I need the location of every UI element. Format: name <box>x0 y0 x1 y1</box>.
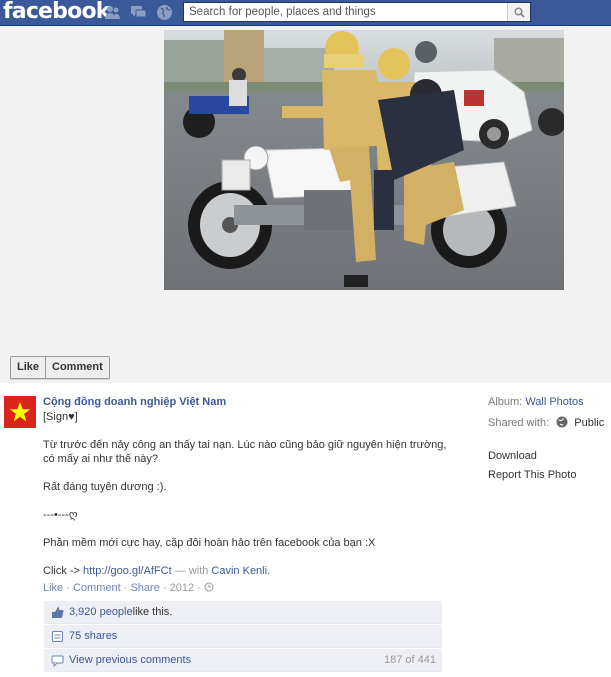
dot-sep: · <box>197 582 204 594</box>
shares-link[interactable]: 75 shares <box>69 630 117 642</box>
thumbs-up-icon <box>52 606 64 618</box>
privacy-public[interactable]: Public <box>574 417 604 429</box>
comment-bubble-icon <box>51 655 64 667</box>
clock-icon <box>204 582 214 592</box>
top-bar: facebook <box>0 0 611 26</box>
shared-with-row: Shared with: Public <box>488 416 604 429</box>
download-link[interactable]: Download <box>488 450 537 462</box>
globe-icon <box>556 416 568 428</box>
photo-police-motorcycle <box>164 30 564 290</box>
like-button[interactable]: Like <box>11 357 45 378</box>
dot-sep: · <box>162 582 170 594</box>
meta-comment-link[interactable]: Comment <box>73 582 121 594</box>
view-previous-comments-link[interactable]: View previous comments <box>69 654 191 666</box>
photo-stage: Like Comment <box>0 26 611 383</box>
comments-row: View previous comments 187 of 441 <box>44 649 442 672</box>
post-line-4: ---•---ღ <box>43 509 78 521</box>
with-text: — with <box>171 565 212 577</box>
photo-actions: Like Comment <box>10 356 110 379</box>
post-click-line: Click -> http://goo.gl/AfFCt — with Cavi… <box>43 564 458 578</box>
notification-jewels <box>104 4 173 21</box>
click-prefix: Click -> <box>43 565 84 577</box>
post-meta: Like · Comment · Share · 2012 · <box>43 582 214 594</box>
search-icon <box>513 6 525 18</box>
post-photo[interactable] <box>164 30 564 290</box>
comment-button[interactable]: Comment <box>46 357 109 378</box>
post-line-1: Từ trước đến nảy công an thấy tai nạn. L… <box>43 439 447 451</box>
feedback-box: 3,920 people like this. 75 shares View p… <box>44 601 442 673</box>
album-label: Album: <box>488 396 523 408</box>
search-input[interactable] <box>184 3 518 21</box>
comment-count: 187 of 441 <box>384 654 436 666</box>
shared-with-label: Shared with: <box>488 417 550 429</box>
likes-suffix: like this. <box>132 606 173 618</box>
facebook-logo[interactable]: facebook <box>3 0 110 24</box>
post-line-2: có mấy ai như thế này? <box>43 453 158 465</box>
post-year[interactable]: 2012 <box>170 582 194 594</box>
meta-like-link[interactable]: Like <box>43 582 63 594</box>
tagged-person[interactable]: Cavin Kenli. <box>211 565 270 577</box>
messages-icon[interactable] <box>130 4 147 21</box>
likes-count-link[interactable]: 3,920 people <box>69 606 133 618</box>
meta-share-link[interactable]: Share <box>130 582 159 594</box>
search-box <box>183 2 531 22</box>
post-line-5: Phần mềm mới cực hay, cặp đôi hoàn hảo t… <box>43 537 376 549</box>
dot-sep: · <box>66 582 73 594</box>
friend-requests-icon[interactable] <box>104 4 121 21</box>
search-button[interactable] <box>507 3 530 21</box>
share-icon <box>52 630 63 642</box>
likes-row: 3,920 people like this. <box>44 601 442 624</box>
notifications-icon[interactable] <box>156 4 173 21</box>
album-link[interactable]: Wall Photos <box>525 396 583 408</box>
post-details: Cộng đồng doanh nghiệp Việt Nam [Sign♥] … <box>0 384 611 677</box>
post-author[interactable]: Cộng đồng doanh nghiệp Việt Nam <box>43 396 226 408</box>
report-photo-link[interactable]: Report This Photo <box>488 469 576 481</box>
album-row: Album: Wall Photos <box>488 396 584 408</box>
post-link[interactable]: http://goo.gl/AfFCt <box>83 565 172 577</box>
page-avatar[interactable] <box>4 396 36 428</box>
post-signature: [Sign♥] <box>43 411 78 423</box>
shares-row: 75 shares <box>44 625 442 648</box>
post-line-3: Rất đáng tuyên dương :). <box>43 481 167 493</box>
